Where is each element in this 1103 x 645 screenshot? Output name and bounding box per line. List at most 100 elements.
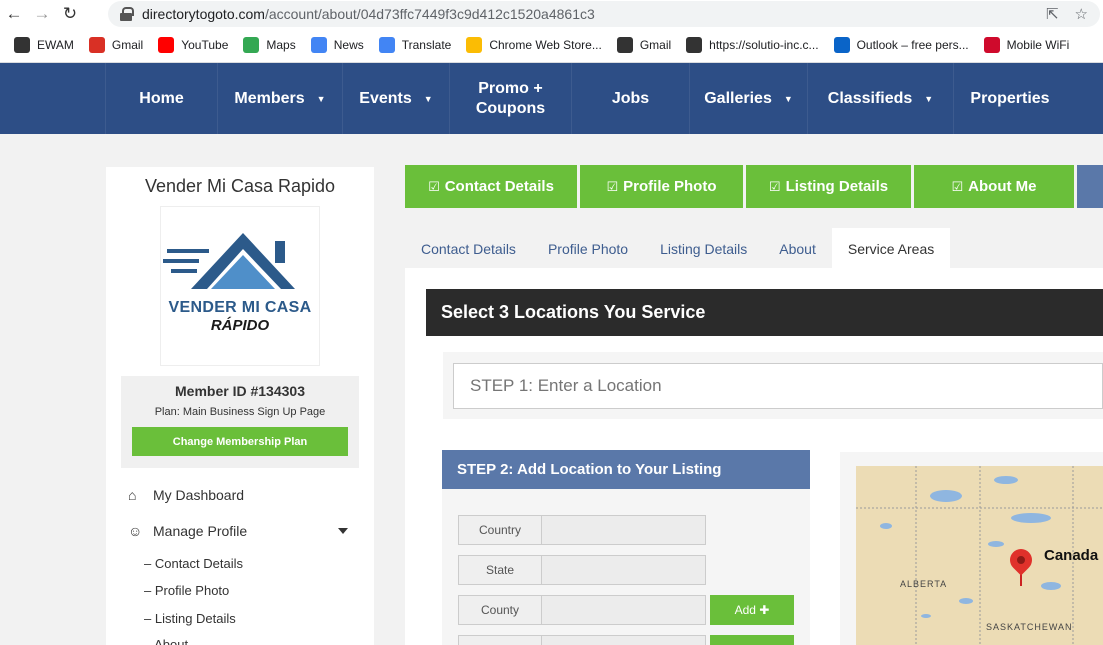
bookmark-label: Gmail [111, 38, 144, 52]
nav-item-events[interactable]: Events ▼ [342, 63, 449, 134]
nav-item-members[interactable]: Members ▼ [217, 63, 342, 134]
nav-item-label: Promo + Coupons [475, 79, 546, 117]
state-field[interactable] [541, 555, 706, 585]
sub-link-profile-photo[interactable]: – Profile Photo [144, 583, 229, 598]
location-search-input[interactable] [453, 363, 1103, 409]
bookmark-item[interactable]: https://solutio-inc.c... [686, 37, 819, 53]
caret-down-icon: ▼ [783, 93, 793, 104]
bookmark-label: News [333, 38, 364, 52]
tab-service-areas[interactable]: Service Areas [831, 228, 951, 269]
nav-item-jobs[interactable]: Jobs [571, 63, 689, 134]
bookmark-item[interactable]: YouTube [158, 37, 228, 53]
step2-title: STEP 2: Add Location to Your Listing [442, 450, 810, 489]
forward-arrow-icon[interactable]: → [28, 0, 56, 28]
add-city-button[interactable] [710, 635, 794, 645]
listing-details-button[interactable]: ☑ Listing Details [746, 165, 911, 208]
profile-photo-button[interactable]: ☑ Profile Photo [580, 165, 743, 208]
service-areas-button[interactable] [1077, 165, 1103, 208]
url-path: /account/about/04d73ffc7449f3c9d412c1520… [264, 6, 595, 22]
add-county-button[interactable]: Add ✚ [710, 595, 794, 625]
profile-tabs: Contact Details Profile Photo Listing De… [405, 228, 951, 269]
translate-icon [378, 37, 395, 53]
bookmark-label: Maps [266, 38, 296, 52]
tab-listing-details[interactable]: Listing Details [644, 228, 763, 269]
caret-down-icon: ▼ [423, 93, 433, 104]
bookmark-label: Translate [401, 38, 452, 52]
bookmark-item[interactable]: Maps [243, 37, 296, 53]
tab-contact-details[interactable]: Contact Details [405, 228, 532, 269]
bookmark-item[interactable]: Chrome Web Store... [466, 37, 602, 53]
globe-icon [616, 37, 633, 53]
share-icon[interactable]: ⇱ [1046, 5, 1059, 23]
sub-link-listing-details[interactable]: – Listing Details [144, 611, 236, 626]
globe-icon [14, 37, 30, 53]
bookmark-item[interactable]: Translate [378, 37, 452, 53]
member-plan: Plan: Main Business Sign Up Page [154, 406, 326, 418]
country-field[interactable] [541, 515, 706, 545]
my-dashboard-link[interactable]: ⌂ My Dashboard [128, 487, 244, 503]
outlook-icon [833, 37, 850, 53]
sub-link-about[interactable]: – About [144, 637, 188, 645]
nav-item-galleries[interactable]: Galleries ▼ [689, 63, 807, 134]
logo-text-main: VENDER MI CASA [168, 299, 312, 316]
caret-down-icon: ▼ [924, 93, 934, 104]
news-icon [310, 37, 327, 53]
browser-toolbar: ← → ↻ directorytogoto.com /account/about… [0, 0, 1103, 28]
gmail-icon [88, 37, 105, 53]
sub-link-contact-details[interactable]: – Contact Details [144, 556, 243, 571]
change-membership-button[interactable]: Change Membership Plan [132, 427, 348, 456]
bookmark-item[interactable]: Outlook – free pers... [833, 37, 969, 53]
youtube-icon [158, 37, 175, 53]
manage-profile-link[interactable]: ☺ Manage Profile [128, 523, 247, 539]
tab-about[interactable]: About [763, 228, 832, 269]
country-label: Country [458, 515, 542, 545]
city-field[interactable] [541, 635, 706, 645]
about-me-button[interactable]: ☑ About Me [914, 165, 1074, 208]
nav-item-home[interactable]: Home [105, 63, 217, 134]
bookmark-label: Mobile WiFi [1006, 38, 1070, 52]
bookmark-label: https://solutio-inc.c... [709, 38, 819, 52]
business-name: Vender Mi Casa Rapido [144, 176, 336, 196]
bookmark-item[interactable]: News [310, 37, 364, 53]
caret-down-icon: ▼ [316, 93, 326, 104]
contact-details-button[interactable]: ☑ Contact Details [405, 165, 577, 208]
map-label-canada: Canada [1044, 547, 1099, 564]
bookmark-item[interactable]: EWAM [14, 37, 74, 53]
bookmark-label: Chrome Web Store... [489, 38, 602, 52]
nav-item-classifieds[interactable]: Classifieds ▼ [807, 63, 953, 134]
bookmark-item[interactable]: Gmail [88, 37, 144, 53]
county-label: County [458, 595, 542, 625]
house-logo-icon [163, 233, 295, 289]
chevron-down-icon[interactable] [338, 528, 348, 534]
check-square-icon: ☑ [951, 178, 964, 194]
url-host: directorytogoto.com [142, 6, 265, 22]
nav-item-label: Galleries [704, 89, 772, 107]
bookmark-item[interactable]: Mobile WiFi [983, 37, 1070, 53]
bookmark-label: Outlook – free pers... [856, 38, 969, 52]
bookmark-item[interactable]: Gmail [616, 37, 671, 53]
back-arrow-icon[interactable]: ← [0, 0, 28, 28]
nav-item-label: Classifieds [827, 89, 913, 107]
lock-icon [120, 7, 134, 21]
nav-item-label: Home [139, 89, 184, 107]
bookmark-star-icon[interactable]: ☆ [1075, 5, 1088, 23]
business-logo: VENDER MI CASA RÁPIDO [160, 206, 320, 366]
bookmark-label: YouTube [181, 38, 229, 52]
circle-icon [686, 37, 703, 53]
nav-item-properties[interactable]: Properties [953, 63, 1066, 134]
nav-item-promo[interactable]: Promo + Coupons [449, 63, 571, 134]
maps-icon [243, 37, 260, 53]
nav-item-label: Properties [970, 89, 1050, 107]
tab-profile-photo[interactable]: Profile Photo [532, 228, 644, 269]
section-title: Select 3 Locations You Service [426, 289, 1103, 336]
chrome-store-icon [466, 37, 483, 53]
address-bar[interactable]: directorytogoto.com /account/about/04d73… [108, 1, 1100, 27]
member-info-box: Member ID #134303 Plan: Main Business Si… [121, 376, 359, 468]
city-label [458, 635, 542, 645]
map-label-saskatchewan: SASKATCHEWAN [986, 622, 1073, 632]
logo-text-sub: RÁPIDO [210, 317, 270, 334]
service-area-map[interactable]: ALBERTA SASKATCHEWAN Canada [856, 466, 1103, 645]
county-field[interactable] [541, 595, 706, 625]
bookmark-label: EWAM [37, 38, 74, 52]
reload-icon[interactable]: ↻ [56, 0, 84, 28]
